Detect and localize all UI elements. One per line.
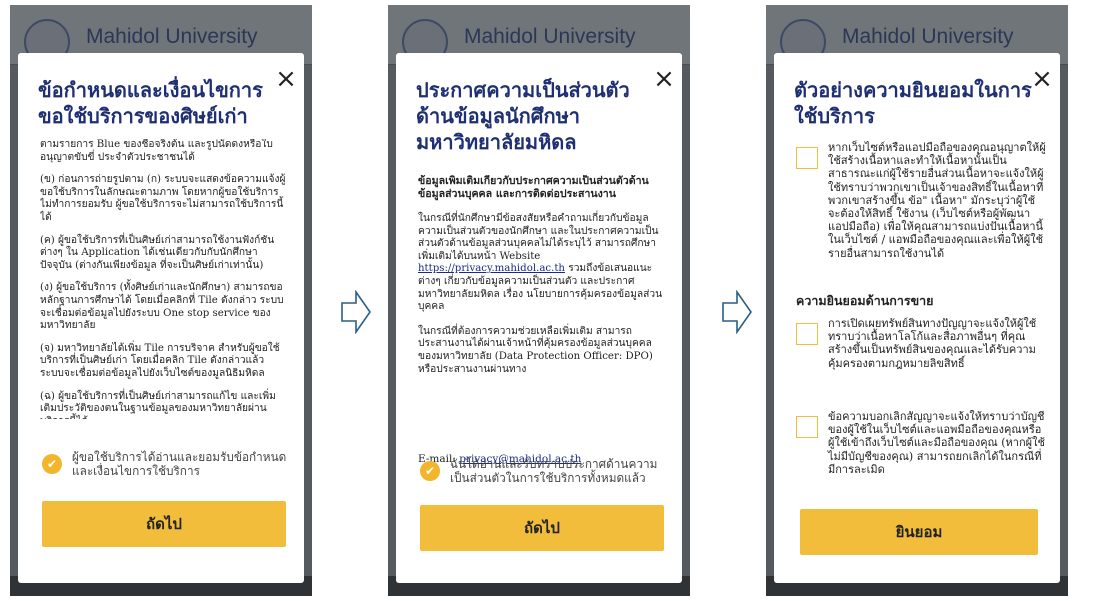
consent-checkbox[interactable] [796, 416, 818, 438]
privacy-website-link[interactable]: https://privacy.mahidol.ac.th [418, 263, 565, 274]
privacy-scroll-area[interactable]: ข้อมูลเพิ่มเติมเกี่ยวกับประกาศความเป็นส่… [418, 175, 666, 467]
consent-item-text: ข้อความบอกเลิกสัญญาจะแจ้งให้ทราบว่าบัญชี… [828, 410, 1045, 476]
brand-name: Mahidol University [464, 25, 636, 48]
consent-item-ip[interactable]: การเปิดเผยทรัพย์สินทางปัญญาจะแจ้งให้ผู้ใ… [796, 317, 1046, 370]
consent-item-termination[interactable]: ข้อความบอกเลิกสัญญาจะแจ้งให้ทราบว่าบัญชี… [796, 410, 1046, 476]
consent-item-text: หากเว็บไซต์หรือแอปมือถือของคุณอนุญาตให้ผ… [828, 141, 1046, 260]
terms-paragraph: (ค) ผู้ขอใช้บริการที่เป็นศิษย์เก่าสามารถ… [40, 234, 275, 271]
consent-item-text: การเปิดเผยทรัพย์สินทางปัญญาจะแจ้งให้ผู้ใ… [828, 317, 1037, 370]
privacy-consent-row[interactable]: ✔ ฉันได้อ่านและรับทราบประกาศด้านความเป็น… [420, 457, 666, 485]
modal-title: ประกาศความเป็นส่วนตัวด้านข้อมูลนักศึกษา … [416, 78, 630, 154]
terms-paragraph: (ง) ผู้ขอใช้บริการ (ทั้งศิษย์เก่าและนักศ… [40, 282, 284, 332]
next-button[interactable]: ถัดไป [420, 505, 664, 551]
terms-scroll-area[interactable]: ตามรายการ Blue ของชื่อจริงต้น และรูปนัดด… [40, 139, 288, 419]
terms-paragraph: (ข) ก่อนการถ่ายรูปตาม (ก) ระบบจะแสดงข้อค… [40, 174, 286, 223]
phone-screen-terms: Mahidol University × ข้อกำหนดและเงื่อนไข… [10, 5, 312, 596]
section-title: ความยินยอมด้านการขาย [796, 293, 934, 308]
flow-arrow-icon [341, 290, 371, 334]
consent-modal: × ตัวอย่างความยินยอมในการใช้บริการ หากเว… [774, 53, 1060, 583]
check-icon[interactable]: ✔ [42, 454, 62, 474]
phone-screen-consent: Mahidol University × ตัวอย่างความยินยอมใ… [766, 5, 1068, 596]
brand-name: Mahidol University [842, 25, 1014, 48]
privacy-modal: × ประกาศความเป็นส่วนตัวด้านข้อมูลนักศึกษ… [396, 53, 682, 583]
paragraph-text: ในกรณีที่นักศึกษามีข้อสงสัยหรือคำถามเกี่… [418, 213, 659, 262]
terms-paragraph: (ฉ) ผู้ขอใช้บริการที่เป็นศิษย์เก่าสามารถ… [40, 390, 276, 420]
consent-checkbox[interactable] [796, 323, 818, 345]
consent-item-content[interactable]: หากเว็บไซต์หรือแอปมือถือของคุณอนุญาตให้ผ… [796, 141, 1046, 260]
accept-button[interactable]: ยินยอม [800, 509, 1038, 555]
flow-arrow-icon [722, 290, 752, 334]
modal-title: ข้อกำหนดและเงื่อนไขการขอใช้บริการของศิษย… [38, 78, 263, 128]
privacy-paragraph: ในกรณีที่นักศึกษามีข้อสงสัยหรือคำถามเกี่… [418, 213, 666, 314]
brand-name: Mahidol University [86, 25, 258, 48]
privacy-paragraph: ในกรณีที่ต้องการความช่วยเหลือเพิ่มเติม ส… [418, 325, 653, 375]
terms-consent-row[interactable]: ✔ ผู้ขอใช้บริการได้อ่านและยอมรับข้อกำหนด… [42, 450, 288, 478]
terms-modal: × ข้อกำหนดและเงื่อนไขการขอใช้บริการของศิ… [18, 53, 304, 583]
terms-paragraph: (จ) มหาวิทยาลัยได้เพิ่ม Tile การบริจาค ส… [40, 342, 280, 379]
terms-paragraph: ตามรายการ Blue ของชื่อจริงต้น และรูปนัดด… [40, 139, 273, 163]
modal-title: ตัวอย่างความยินยอมในการใช้บริการ [794, 78, 1032, 128]
consent-label: ฉันได้อ่านและรับทราบประกาศด้านความเป็นส่… [450, 457, 658, 485]
consent-checkbox[interactable] [796, 147, 818, 169]
phone-screen-privacy: Mahidol University × ประกาศความเป็นส่วนต… [388, 5, 690, 596]
consent-label: ผู้ขอใช้บริการได้อ่านและยอมรับข้อกำหนดแล… [72, 450, 287, 478]
next-button[interactable]: ถัดไป [42, 501, 286, 547]
privacy-subheading: ข้อมูลเพิ่มเติมเกี่ยวกับประกาศความเป็นส่… [418, 175, 649, 200]
check-icon[interactable]: ✔ [420, 461, 440, 481]
